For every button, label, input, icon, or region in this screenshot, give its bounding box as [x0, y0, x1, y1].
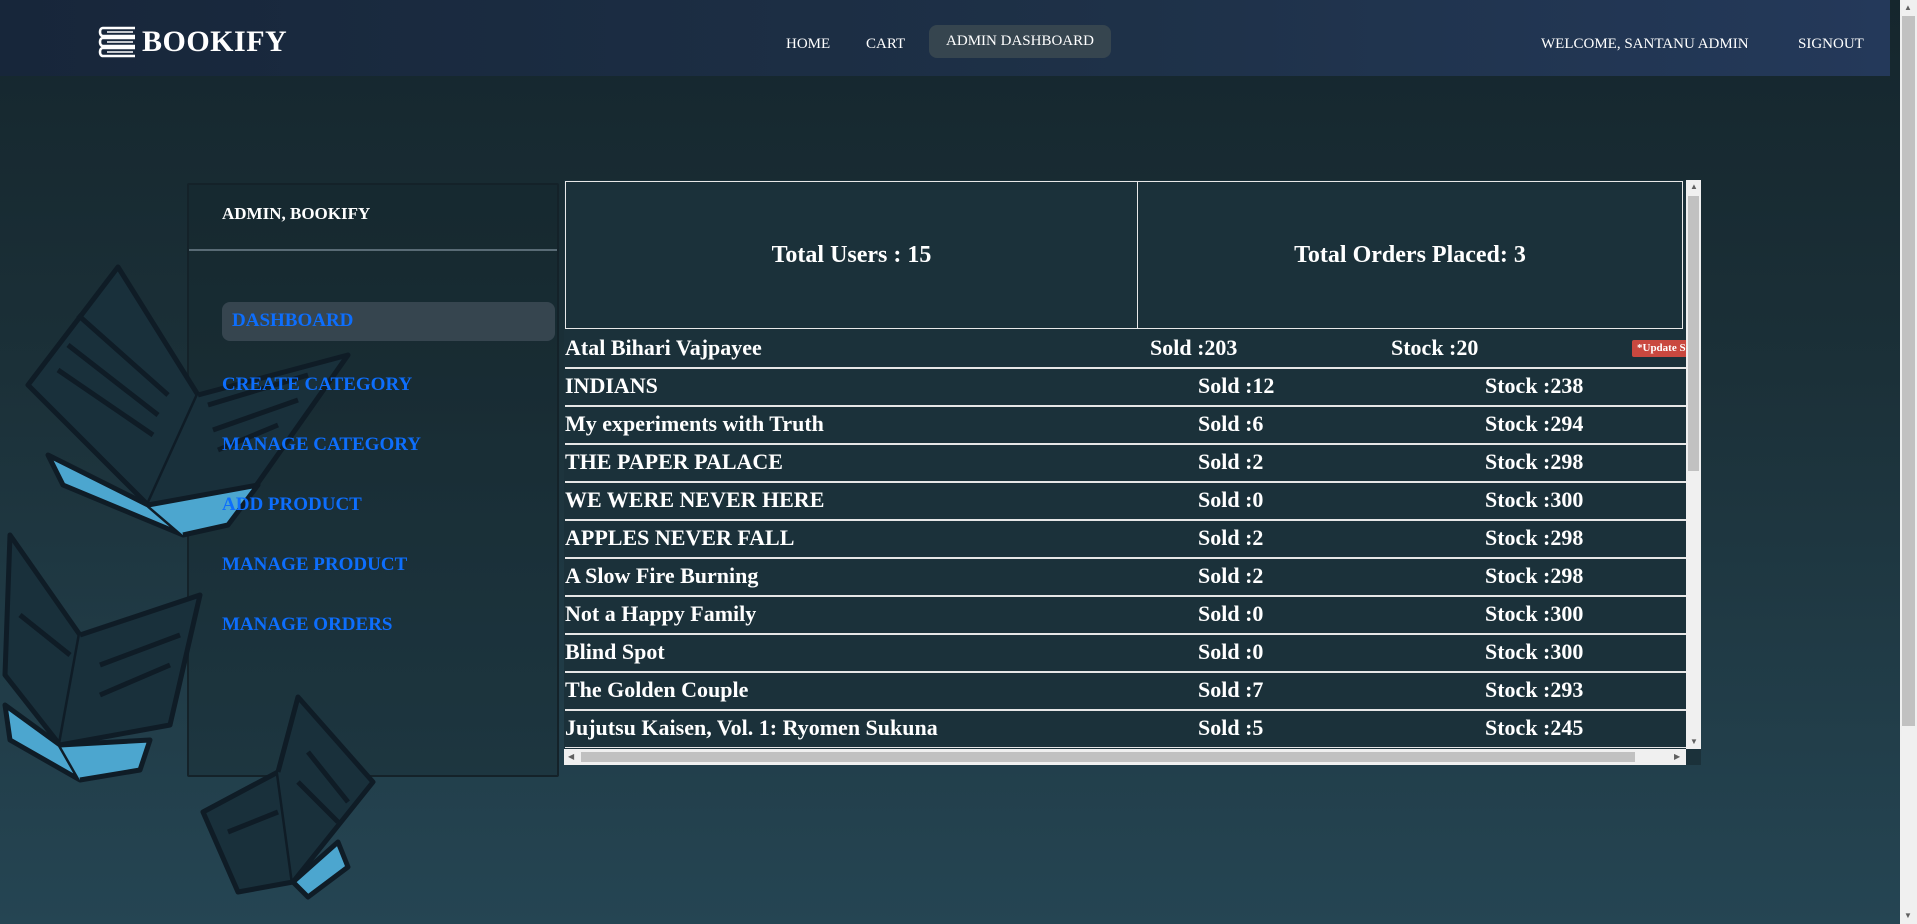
product-sold: Sold :2 [1198, 563, 1264, 588]
product-stock: Stock :298 [1485, 525, 1584, 550]
scroll-up-arrow-icon[interactable]: ▲ [1904, 3, 1912, 12]
page-scrollbar[interactable]: ▲ ▼ [1900, 0, 1917, 924]
brand[interactable]: BOOKIFY [97, 22, 287, 62]
sidebar-title: ADMIN, BOOKIFY [222, 204, 371, 223]
product-stock: Stock :300 [1485, 487, 1584, 512]
welcome-user-text: WELCOME, SANTANU ADMIN [1541, 36, 1749, 52]
product-stock: Stock :300 [1485, 601, 1584, 626]
product-stock: Stock :293 [1485, 677, 1584, 702]
product-sold: Sold :203 [1150, 335, 1238, 360]
product-name: A Slow Fire Burning [565, 563, 759, 588]
sidebar-item-manage-product[interactable]: MANAGE PRODUCT [222, 554, 407, 576]
dashboard-panel: Total Users : 15 Total Orders Placed: 3 … [564, 180, 1701, 765]
product-name: My experiments with Truth [565, 411, 824, 436]
product-sold: Sold :2 [1198, 449, 1264, 474]
product-stock: Stock :245 [1485, 715, 1584, 740]
product-row: The Golden Couple Sold :7 Stock :293 [565, 673, 1686, 711]
product-sold: Sold :5 [1198, 715, 1264, 740]
product-row: Not a Happy Family Sold :0 Stock :300 [565, 597, 1686, 635]
product-sold: Sold :0 [1198, 601, 1264, 626]
product-stock: Stock :298 [1485, 449, 1584, 474]
product-row: THE PAPER PALACE Sold :2 Stock :298 [565, 445, 1686, 483]
product-row: A Slow Fire Burning Sold :2 Stock :298 [565, 559, 1686, 597]
scroll-left-arrow-icon[interactable]: ◀ [568, 752, 574, 761]
scroll-down-arrow-icon[interactable]: ▼ [1690, 737, 1698, 746]
product-stock: Stock :238 [1485, 373, 1584, 398]
update-stock-badge[interactable]: *Update Stock [1632, 340, 1686, 357]
product-row: WE WERE NEVER HERE Sold :0 Stock :300 [565, 483, 1686, 521]
scroll-up-arrow-icon[interactable]: ▲ [1690, 182, 1698, 191]
scroll-right-arrow-icon[interactable]: ▶ [1674, 752, 1680, 761]
nav-home-link[interactable]: HOME [786, 36, 830, 53]
sidebar-item-manage-orders[interactable]: MANAGE ORDERS [222, 614, 392, 636]
product-stock: Stock :298 [1485, 563, 1584, 588]
product-stock: Stock :20 [1391, 335, 1479, 360]
top-navbar: BOOKIFY HOME CART ADMIN DASHBOARD WELCOM… [0, 0, 1890, 76]
product-stock: Stock :294 [1485, 411, 1584, 436]
nav-admin-dashboard-link[interactable]: ADMIN DASHBOARD [929, 25, 1111, 58]
books-stack-icon [98, 26, 135, 58]
product-sold: Sold :2 [1198, 525, 1264, 550]
product-name: Atal Bihari Vajpayee [565, 335, 762, 360]
sidebar-item-manage-category[interactable]: MANAGE CATEGORY [222, 434, 421, 456]
sidebar-divider [189, 249, 557, 251]
product-row: INDIANS Sold :12 Stock :238 [565, 369, 1686, 407]
product-sold: Sold :7 [1198, 677, 1264, 702]
sidebar-item-dashboard[interactable]: DASHBOARD [232, 310, 353, 332]
product-name: Blind Spot [565, 639, 665, 664]
panel-horizontal-scrollbar[interactable]: ◀ ▶ [564, 749, 1686, 765]
product-name: INDIANS [565, 373, 658, 398]
product-row: My experiments with Truth Sold :6 Stock … [565, 407, 1686, 445]
product-row: Jujutsu Kaisen, Vol. 1: Ryomen Sukuna So… [565, 711, 1686, 748]
total-users-card: Total Users : 15 [565, 181, 1138, 329]
total-users-text: Total Users : 15 [771, 241, 932, 268]
product-sold: Sold :12 [1198, 373, 1275, 398]
product-name: WE WERE NEVER HERE [565, 487, 825, 512]
nav-cart-link[interactable]: CART [866, 36, 905, 53]
product-sold: Sold :0 [1198, 487, 1264, 512]
panel-vertical-scrollbar-thumb[interactable] [1688, 196, 1699, 471]
product-name: APPLES NEVER FALL [565, 525, 795, 550]
product-sold: Sold :0 [1198, 639, 1264, 664]
total-orders-card: Total Orders Placed: 3 [1138, 181, 1683, 329]
sidebar-item-add-product[interactable]: ADD PRODUCT [222, 494, 362, 516]
product-row: Blind Spot Sold :0 Stock :300 [565, 635, 1686, 673]
product-name: THE PAPER PALACE [565, 449, 783, 474]
panel-vertical-scrollbar[interactable]: ▲ ▼ [1686, 180, 1701, 749]
stats-row: Total Users : 15 Total Orders Placed: 3 [565, 181, 1686, 329]
signout-link[interactable]: SIGNOUT [1798, 36, 1864, 53]
total-orders-text: Total Orders Placed: 3 [1294, 241, 1526, 268]
panel-horizontal-scrollbar-thumb[interactable] [581, 752, 1635, 762]
product-stock: Stock :300 [1485, 639, 1584, 664]
flying-book-illustration-3 [200, 694, 376, 900]
product-row: Atal Bihari Vajpayee Sold :203 Stock :20… [565, 331, 1686, 369]
page-scrollbar-thumb[interactable] [1902, 16, 1915, 726]
scroll-down-arrow-icon[interactable]: ▼ [1904, 911, 1912, 920]
product-name: Not a Happy Family [565, 601, 757, 626]
product-sold: Sold :6 [1198, 411, 1264, 436]
product-row: APPLES NEVER FALL Sold :2 Stock :298 [565, 521, 1686, 559]
sidebar-item-create-category[interactable]: CREATE CATEGORY [222, 374, 412, 396]
dashboard-scroll-area[interactable]: Total Users : 15 Total Orders Placed: 3 … [565, 181, 1686, 748]
flying-book-illustration-2 [2, 532, 203, 783]
product-name: Jujutsu Kaisen, Vol. 1: Ryomen Sukuna [565, 715, 938, 740]
product-name: The Golden Couple [565, 677, 749, 702]
brand-name: BOOKIFY [142, 25, 288, 58]
